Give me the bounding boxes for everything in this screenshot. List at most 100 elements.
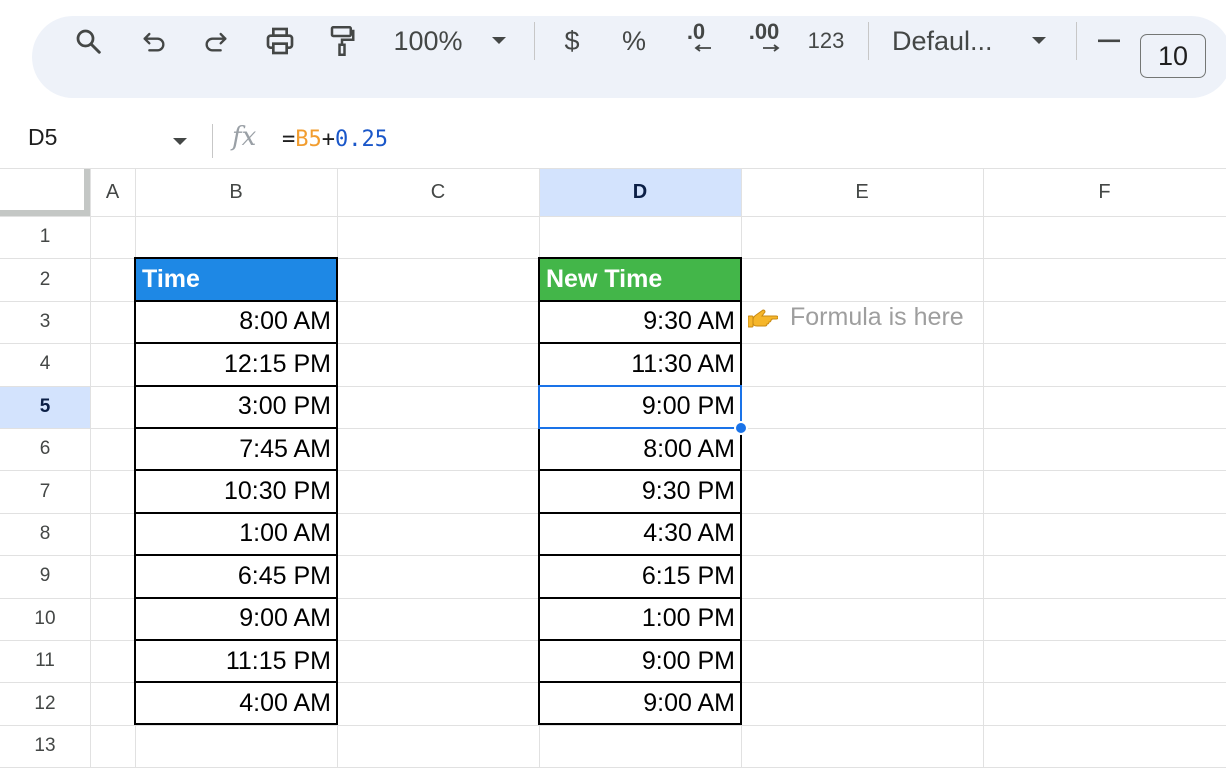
column-header-b[interactable]: B	[135, 168, 337, 216]
table-cell[interactable]: 8:00 AM	[135, 301, 337, 343]
cell-border	[135, 639, 337, 641]
cell-border	[135, 385, 337, 387]
number-format-button[interactable]: 123	[804, 0, 848, 82]
increase-decimal-label: .00	[748, 19, 780, 44]
cell-border	[135, 300, 337, 302]
table-new_time-header[interactable]: New Time	[539, 258, 741, 301]
row-header-8[interactable]: 8	[0, 513, 90, 555]
row-header-12[interactable]: 12	[0, 682, 90, 724]
cell-border	[539, 300, 741, 302]
table-cell[interactable]: 9:00 AM	[539, 682, 741, 724]
percent-label: %	[621, 25, 646, 56]
row-header-9[interactable]: 9	[0, 555, 90, 597]
chevron-down-icon[interactable]	[172, 134, 188, 152]
table-time-header[interactable]: Time	[135, 258, 337, 301]
table-cell[interactable]: 7:45 AM	[135, 428, 337, 470]
sheet-grid[interactable]: A B C D E F 1 2 3 4 5 6 7 8 9 10 11 12 13 Time 8:00 AM 12:15 …	[0, 168, 1226, 768]
column-gridline	[90, 168, 91, 768]
table-cell[interactable]: 4:30 AM	[539, 513, 741, 555]
decrease-decimal-button[interactable]: .0	[676, 0, 716, 82]
zoom-select[interactable]: 100%	[386, 0, 470, 82]
search-icon[interactable]	[68, 0, 108, 82]
table-cell[interactable]: 1:00 AM	[135, 513, 337, 555]
column-header-f[interactable]: F	[983, 168, 1226, 216]
formula-eq: =	[282, 127, 296, 152]
cell-border	[539, 342, 741, 344]
decrease-font-size-button[interactable]	[1094, 0, 1124, 82]
cell-border	[539, 681, 741, 683]
row-header-2[interactable]: 2	[0, 258, 90, 300]
font-size-input[interactable]: 10	[1140, 34, 1206, 78]
row-header-11[interactable]: 11	[0, 640, 90, 682]
toolbar-divider	[534, 22, 535, 60]
row-header-6[interactable]: 6	[0, 428, 90, 470]
table-cell[interactable]: 9:00 PM	[539, 640, 741, 682]
column-header-d[interactable]: D	[539, 168, 741, 216]
redo-icon[interactable]	[198, 0, 234, 82]
formula-note: Formula is here	[748, 303, 964, 332]
table-cell[interactable]: 9:00 PM	[539, 386, 741, 428]
zoom-value: 100%	[393, 25, 463, 56]
cell-border	[539, 427, 741, 429]
formula-bar-divider	[212, 124, 213, 158]
chevron-down-icon[interactable]	[486, 0, 512, 82]
formula-num: 0.25	[335, 127, 388, 152]
arrow-right-icon	[763, 44, 780, 52]
row-header-4[interactable]: 4	[0, 343, 90, 385]
table-cell[interactable]: 10:30 PM	[135, 470, 337, 512]
print-icon[interactable]	[260, 0, 300, 82]
table-cell[interactable]: 1:00 PM	[539, 598, 741, 640]
row-header-3[interactable]: 3	[0, 301, 90, 343]
table-cell[interactable]: 4:00 AM	[135, 682, 337, 724]
column-header-e[interactable]: E	[741, 168, 983, 216]
table-cell[interactable]: 11:15 PM	[135, 640, 337, 682]
percent-button[interactable]: %	[618, 0, 650, 82]
formula-input[interactable]: =B5+0.25	[282, 127, 388, 152]
toolbar-divider	[1076, 22, 1077, 60]
cell-border	[135, 469, 337, 471]
cell-border	[135, 597, 337, 599]
cell-border	[135, 427, 337, 429]
column-header-c[interactable]: C	[337, 168, 539, 216]
column-header-a[interactable]: A	[90, 168, 135, 216]
font-select[interactable]: Defaul...	[892, 0, 1012, 82]
undo-icon[interactable]	[136, 0, 172, 82]
table-cell[interactable]: 9:00 AM	[135, 598, 337, 640]
row-header-1[interactable]: 1	[0, 216, 90, 258]
column-gridline	[741, 168, 742, 768]
minus-icon	[1098, 39, 1120, 43]
fill-handle[interactable]	[734, 421, 748, 435]
cell-border	[539, 512, 741, 514]
currency-label: $	[564, 25, 580, 56]
table-cell[interactable]: 9:30 PM	[539, 470, 741, 512]
row-header-5[interactable]: 5	[0, 385, 90, 428]
table-cell[interactable]: 9:30 AM	[539, 301, 741, 343]
cell-border	[135, 554, 337, 556]
table-cell[interactable]: 8:00 AM	[539, 428, 741, 470]
table-cell[interactable]: 3:00 PM	[135, 386, 337, 428]
table-cell[interactable]: 6:45 PM	[135, 555, 337, 597]
pointing-hand-icon	[748, 308, 778, 327]
fx-icon: fx	[232, 122, 257, 152]
table-cell[interactable]: 6:15 PM	[539, 555, 741, 597]
name-box[interactable]: D5	[28, 124, 57, 151]
cell-border	[135, 342, 337, 344]
cell-border	[539, 639, 741, 641]
row-header-7[interactable]: 7	[0, 470, 90, 512]
table-cell[interactable]: 11:30 AM	[539, 343, 741, 385]
arrow-left-icon	[694, 44, 711, 52]
row-header-10[interactable]: 10	[0, 598, 90, 640]
increase-decimal-button[interactable]: .00	[740, 0, 788, 82]
cell-border	[539, 385, 741, 387]
number-format-label: 123	[807, 28, 845, 53]
chevron-down-icon[interactable]	[1026, 0, 1052, 82]
table-cell[interactable]: 12:15 PM	[135, 343, 337, 385]
cell-border	[539, 469, 741, 471]
row-gridline	[0, 725, 1226, 726]
row-header-13[interactable]: 13	[0, 725, 90, 767]
select-all-corner[interactable]	[0, 168, 90, 216]
currency-button[interactable]: $	[556, 0, 588, 82]
cell-border	[539, 554, 741, 556]
formula-ref: B5	[295, 127, 322, 152]
paint-format-icon[interactable]	[322, 0, 362, 82]
